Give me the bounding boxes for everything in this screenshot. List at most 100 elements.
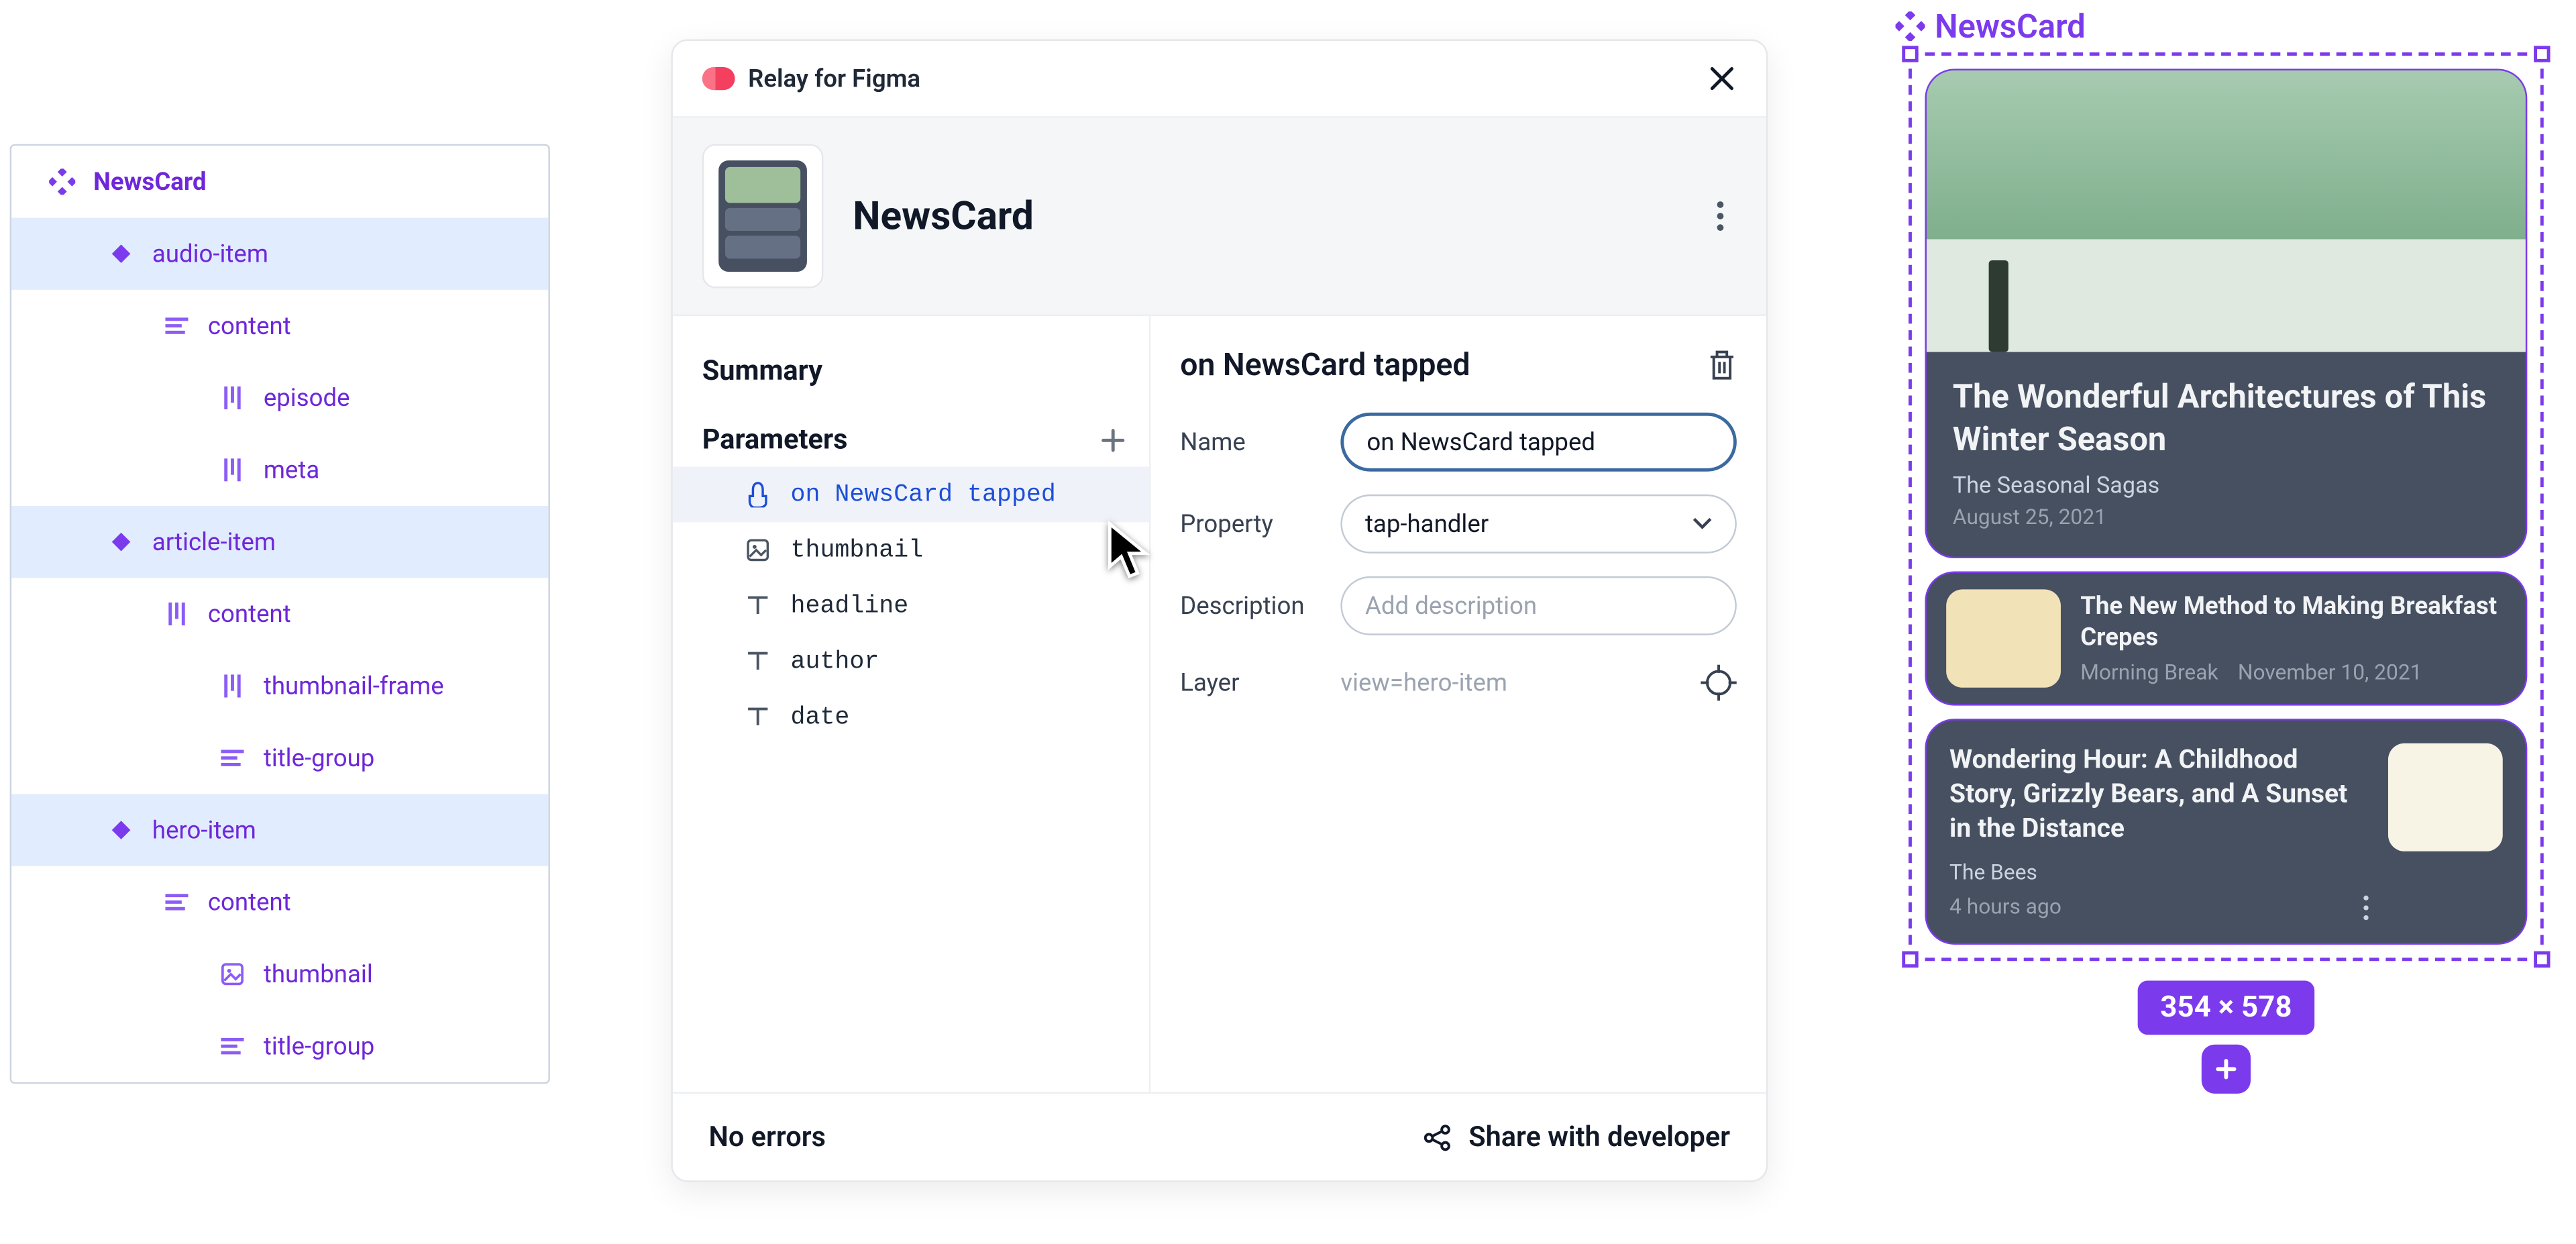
plugin-body: Summary Parameters on NewsCard tapped th…	[673, 316, 1766, 1092]
layer-label: content	[208, 311, 291, 341]
article-date: November 10, 2021	[2238, 662, 2422, 686]
layer-label: Layer	[1180, 668, 1318, 698]
canvas-preview: NewsCard The Wonderful Architectures of …	[1896, 7, 2557, 1094]
layer-thumbnail[interactable]: thumbnail	[11, 938, 548, 1010]
layer-article-item[interactable]: article-item	[11, 506, 548, 578]
diamond-icon	[107, 815, 136, 845]
param-label: author	[791, 647, 879, 675]
audio-source: The Bees	[1949, 862, 2369, 886]
layer-hero-item[interactable]: hero-item	[11, 794, 548, 866]
description-label: Description	[1180, 591, 1318, 621]
param-author[interactable]: author	[673, 633, 1149, 689]
layer-audio-item[interactable]: audio-item	[11, 218, 548, 290]
hero-author: The Seasonal Sagas	[1953, 473, 2500, 499]
audio-headline: Wondering Hour: A Childhood Story, Grizz…	[1949, 743, 2369, 845]
more-menu-icon[interactable]	[1704, 201, 1737, 231]
layer-episode[interactable]: episode	[11, 362, 548, 433]
component-thumbnail	[702, 144, 824, 289]
component-title: NewsCard	[853, 193, 1674, 239]
description-placeholder: Add description	[1365, 591, 1537, 621]
diamond-icon	[107, 239, 136, 268]
property-value: tap-handler	[1365, 509, 1489, 539]
layer-root[interactable]: NewsCard	[11, 146, 548, 217]
hero-thumbnail	[1927, 70, 2526, 352]
name-input[interactable]: on NewsCard tapped	[1340, 413, 1736, 472]
parameters-heading: Parameters	[702, 424, 848, 457]
canvas-frame-name: NewsCard	[1935, 7, 2086, 46]
param-date[interactable]: date	[673, 689, 1149, 745]
relay-plugin-window: Relay for Figma NewsCard Summary Paramet…	[671, 40, 1768, 1182]
four-diamonds-icon	[1896, 11, 1925, 41]
plugin-right-panel: on NewsCard tapped Name on NewsCard tapp…	[1150, 316, 1766, 1092]
layer-label: article-item	[152, 527, 276, 557]
layer-label: title-group	[264, 743, 375, 773]
audio-time: 4 hours ago	[1949, 896, 2061, 921]
close-icon[interactable]	[1707, 64, 1737, 93]
resize-handle-tr[interactable]	[2534, 46, 2550, 62]
text-icon	[745, 704, 771, 730]
detail-title: on NewsCard tapped	[1180, 346, 1470, 383]
param-label: thumbnail	[791, 536, 924, 564]
article-headline: The New Method to Making Breakfast Crepe…	[2080, 590, 2506, 652]
layer-meta[interactable]: meta	[11, 434, 548, 506]
diamond-icon	[107, 527, 136, 557]
more-icon[interactable]	[2363, 896, 2368, 921]
plugin-footer: No errors Share with developer	[673, 1092, 1766, 1180]
hero-headline: The Wonderful Architectures of This Wint…	[1953, 375, 2500, 460]
layer-label: audio-item	[152, 239, 268, 268]
plugin-titlebar: Relay for Figma	[673, 41, 1766, 118]
add-variant-button[interactable]	[2202, 1045, 2251, 1094]
layer-content-2[interactable]: content	[11, 578, 548, 650]
layer-content-1[interactable]: content	[11, 290, 548, 362]
status-text: No errors	[709, 1121, 826, 1153]
text-icon	[745, 592, 771, 619]
delete-icon[interactable]	[1707, 348, 1737, 381]
chevron-down-icon	[1693, 517, 1712, 531]
resize-handle-tl[interactable]	[1902, 46, 1918, 62]
article-thumbnail	[1946, 589, 2061, 687]
param-label: headline	[791, 592, 909, 619]
layer-label: thumbnail-frame	[264, 671, 444, 701]
relay-logo-icon	[702, 67, 735, 90]
param-label: on NewsCard tapped	[791, 480, 1056, 508]
layer-label: title-group	[264, 1031, 375, 1061]
four-diamonds-icon	[48, 167, 77, 197]
canvas-frame-tag[interactable]: NewsCard	[1896, 7, 2557, 46]
param-on-newscard-tapped[interactable]: on NewsCard tapped	[673, 466, 1149, 522]
resize-handle-bl[interactable]	[1902, 952, 1918, 968]
layer-label: content	[208, 887, 291, 917]
name-label: Name	[1180, 427, 1318, 457]
article-card[interactable]: The New Method to Making Breakfast Crepe…	[1925, 572, 2527, 706]
property-label: Property	[1180, 509, 1318, 539]
selection-size-badge: 354 × 578	[2137, 982, 2315, 1036]
param-thumbnail[interactable]: thumbnail	[673, 522, 1149, 578]
target-icon[interactable]	[1701, 665, 1737, 701]
param-headline[interactable]: headline	[673, 578, 1149, 633]
name-value: on NewsCard tapped	[1366, 427, 1595, 457]
summary-heading[interactable]: Summary	[673, 342, 1149, 401]
hero-card[interactable]: The Wonderful Architectures of This Wint…	[1925, 68, 2527, 558]
resize-handle-br[interactable]	[2534, 952, 2550, 968]
layer-title-group-2[interactable]: title-group	[11, 1010, 548, 1082]
layer-content-3[interactable]: content	[11, 866, 548, 938]
layer-label: meta	[264, 455, 319, 484]
share-with-developer[interactable]: Share with developer	[1423, 1121, 1730, 1153]
plugin-left-panel: Summary Parameters on NewsCard tapped th…	[673, 316, 1150, 1092]
layer-label: hero-item	[152, 815, 256, 845]
canvas-selection-frame[interactable]: The Wonderful Architectures of This Wint…	[1909, 52, 2544, 962]
add-parameter-icon[interactable]	[1100, 427, 1126, 454]
layer-title-group-1[interactable]: title-group	[11, 722, 548, 794]
layer-thumbnail-frame[interactable]: thumbnail-frame	[11, 650, 548, 722]
audio-card[interactable]: Wondering Hour: A Childhood Story, Grizz…	[1925, 719, 2527, 945]
layer-value: view=hero-item	[1340, 668, 1678, 698]
lines-icon	[218, 743, 248, 773]
description-input[interactable]: Add description	[1340, 576, 1736, 635]
lines-icon	[162, 311, 192, 341]
vframe-icon	[218, 383, 248, 413]
layer-label: episode	[264, 383, 350, 413]
layer-label: content	[208, 599, 291, 629]
lines-icon	[162, 887, 192, 917]
share-label: Share with developer	[1468, 1121, 1730, 1153]
property-select[interactable]: tap-handler	[1340, 495, 1736, 554]
audio-thumbnail	[2388, 743, 2503, 851]
